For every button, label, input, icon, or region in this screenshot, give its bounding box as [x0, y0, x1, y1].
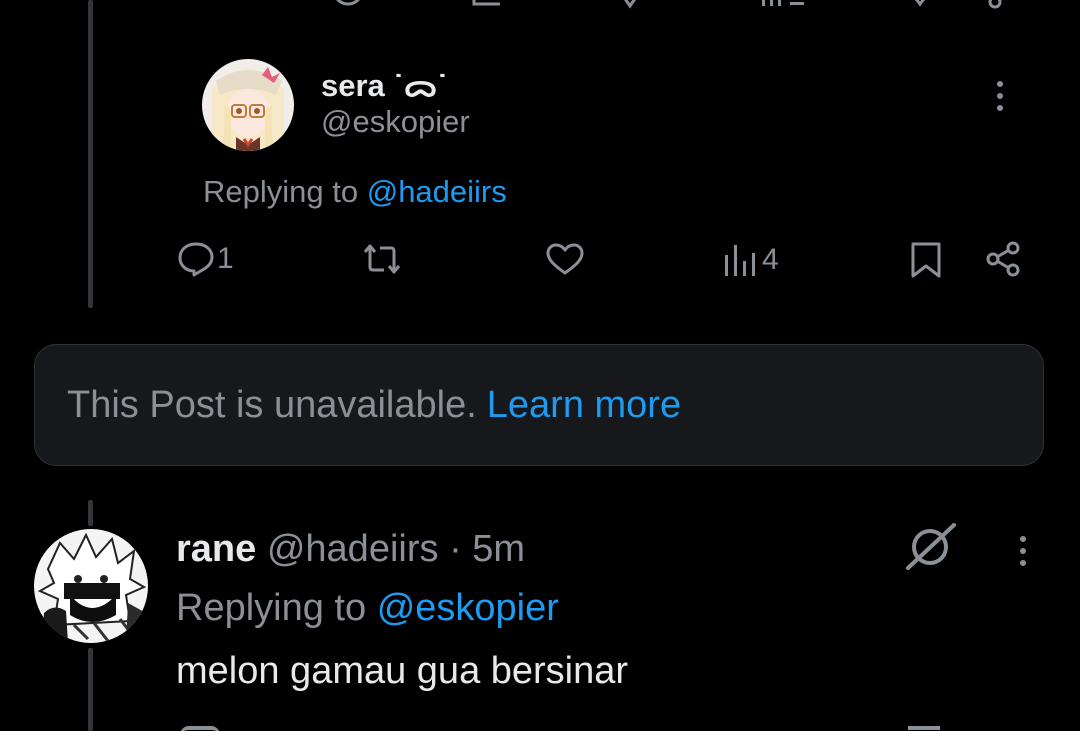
- post-body: melon gamau gua bersinar: [176, 650, 629, 692]
- share-button[interactable]: [985, 240, 1023, 278]
- replying-to: Replying to @eskopier: [176, 587, 559, 630]
- views-button[interactable]: 4: [723, 242, 779, 278]
- reply-button[interactable]: 1: [177, 240, 234, 278]
- handle[interactable]: @hadeiirs: [267, 528, 439, 570]
- unavailable-post-notice: This Post is unavailable. Learn more: [34, 344, 1044, 466]
- share-icon: [985, 240, 1023, 278]
- avatar[interactable]: [34, 529, 148, 643]
- views-icon: [723, 243, 759, 277]
- replying-prefix: Replying to: [203, 174, 359, 209]
- thread-line-bottom: [88, 648, 93, 731]
- handle[interactable]: @eskopier: [321, 104, 470, 140]
- replying-handle-link[interactable]: @eskopier: [377, 587, 559, 629]
- thread-line: [88, 0, 93, 308]
- reply-icon[interactable]: [180, 726, 220, 731]
- views-icon[interactable]: [760, 0, 810, 10]
- repost-button[interactable]: [359, 241, 405, 277]
- thread-view: sera ˙ᯅ˙ @eskopier Replying to @hadeiirs…: [0, 0, 1080, 731]
- repost-icon: [359, 241, 405, 277]
- bookmark-icon: [909, 241, 943, 279]
- replying-prefix: Replying to: [176, 587, 367, 629]
- display-name[interactable]: rane: [176, 528, 256, 570]
- more-icon[interactable]: [1020, 536, 1026, 566]
- repost-icon[interactable]: [470, 0, 506, 10]
- reply-icon: [177, 241, 215, 277]
- more-icon[interactable]: [997, 81, 1003, 111]
- reply-count: 1: [217, 242, 234, 275]
- display-name[interactable]: sera ˙ᯅ˙: [321, 64, 448, 106]
- unavailable-message: This Post is unavailable.: [67, 383, 477, 426]
- replying-to: Replying to @hadeiirs: [203, 174, 507, 210]
- grok-button[interactable]: [904, 522, 956, 570]
- previous-post-actions: [0, 0, 1080, 10]
- post-header: rane @hadeiirs · 5m: [176, 528, 525, 571]
- grok-icon: [904, 522, 956, 570]
- like-button[interactable]: [545, 242, 585, 276]
- bookmark-button[interactable]: [909, 241, 943, 279]
- thread-line-top: [88, 500, 93, 526]
- share-icon[interactable]: [985, 0, 1005, 10]
- avatar[interactable]: [202, 59, 294, 151]
- separator: ·: [449, 528, 462, 570]
- bookmark-icon[interactable]: [905, 0, 935, 10]
- learn-more-link[interactable]: Learn more: [487, 384, 681, 427]
- views-count: 4: [762, 243, 779, 276]
- timestamp[interactable]: 5m: [472, 528, 525, 570]
- replying-handle-link[interactable]: @hadeiirs: [367, 174, 507, 209]
- reply-icon[interactable]: [330, 0, 366, 10]
- like-icon: [545, 242, 585, 276]
- bookmark-icon[interactable]: [908, 726, 940, 731]
- like-icon[interactable]: [615, 0, 645, 10]
